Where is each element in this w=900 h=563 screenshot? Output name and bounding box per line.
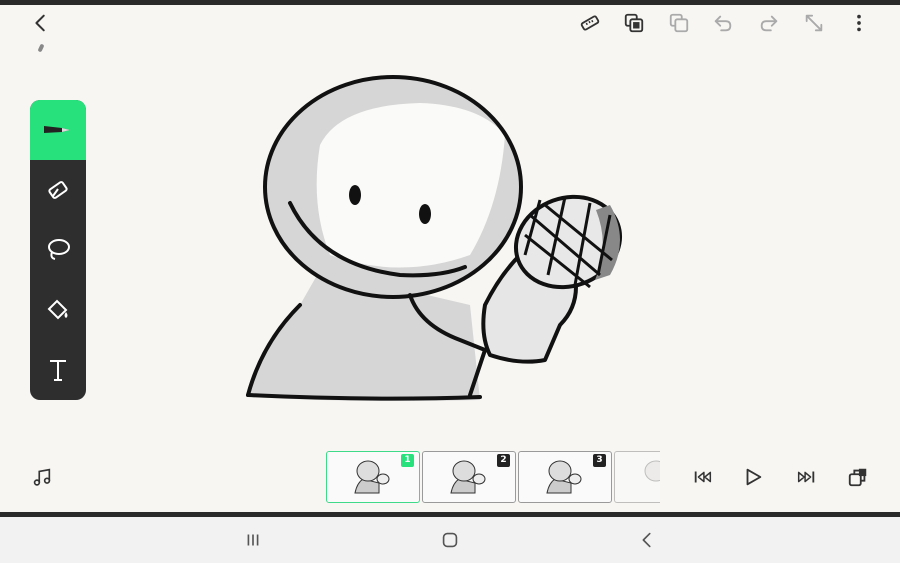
system-navigation-bar — [0, 512, 900, 563]
back-chevron-icon[interactable] — [26, 8, 56, 38]
frame-preview — [644, 460, 660, 482]
play-icon[interactable] — [738, 462, 768, 492]
frame-thumbnail[interactable]: 3 — [518, 451, 612, 503]
expand-icon[interactable] — [799, 8, 829, 38]
frame-preview — [450, 460, 486, 494]
drawing-canvas[interactable] — [0, 5, 900, 512]
home-icon[interactable] — [435, 525, 465, 555]
character-drawing — [246, 75, 623, 401]
fill-tool[interactable] — [30, 280, 86, 340]
frame-number: 3 — [593, 454, 606, 467]
eraser-tool[interactable] — [30, 160, 86, 220]
fill-bucket-icon — [47, 299, 68, 320]
lasso-tool[interactable] — [30, 220, 86, 280]
frame-thumbnail[interactable] — [614, 451, 660, 503]
tool-palette — [30, 100, 86, 400]
more-options-icon[interactable] — [844, 8, 874, 38]
frame-preview — [354, 460, 390, 494]
frame-thumbnail[interactable]: 2 — [422, 451, 516, 503]
frame-number: 2 — [497, 454, 510, 467]
pen-icon — [44, 126, 70, 133]
frame-thumbnail[interactable]: 1 — [326, 451, 420, 503]
pen-tool[interactable] — [30, 100, 86, 160]
ruler-icon[interactable] — [575, 8, 605, 38]
text-icon — [50, 360, 66, 381]
undo-icon[interactable] — [708, 8, 738, 38]
duplicate-layer-icon[interactable] — [664, 8, 694, 38]
lasso-icon — [48, 239, 70, 260]
frame-preview — [546, 460, 582, 494]
text-tool[interactable] — [30, 340, 86, 400]
recent-apps-icon[interactable] — [238, 525, 268, 555]
system-back-icon[interactable] — [632, 525, 662, 555]
onion-skin-icon[interactable] — [843, 462, 873, 492]
skip-to-end-icon[interactable] — [791, 462, 821, 492]
music-note-icon[interactable] — [27, 462, 57, 492]
skip-to-start-icon[interactable] — [688, 462, 718, 492]
frames-timeline: 1 2 3 — [326, 451, 660, 503]
frame-number: 1 — [401, 454, 414, 467]
layers-icon[interactable] — [619, 8, 649, 38]
eraser-icon — [48, 181, 68, 199]
redo-icon[interactable] — [754, 8, 784, 38]
